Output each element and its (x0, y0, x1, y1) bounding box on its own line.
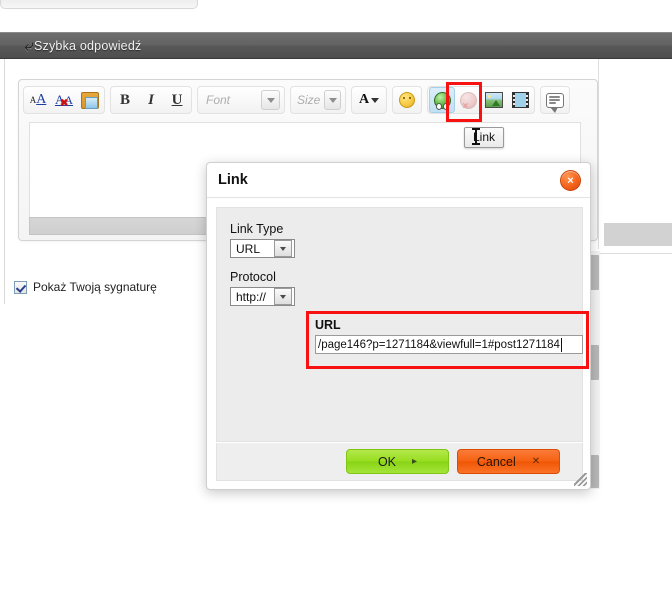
url-input-value: /page146?p=1271184&viewfull=1#post127118… (318, 339, 560, 351)
page-top-strip (0, 0, 198, 9)
text-caret (561, 338, 562, 352)
close-icon[interactable]: × (560, 170, 581, 191)
italic-icon: I (148, 92, 154, 109)
back-arrow-icon[interactable]: ⤷ (12, 37, 34, 54)
chevron-down-icon (324, 90, 341, 110)
link-type-label: Link Type (230, 222, 295, 236)
remove-format-button[interactable]: AA ✖ (51, 87, 77, 113)
content-left-divider (4, 59, 5, 304)
smiley-button[interactable] (394, 87, 420, 113)
toolbar-group-style: B I U (110, 86, 192, 114)
page-title: Szybka odpowiedź (34, 39, 141, 53)
protocol-group: Protocol http:// (230, 270, 295, 306)
toolbar-group-format: AA AA ✖ (23, 86, 105, 114)
toolbar-group-smiley (392, 86, 422, 114)
background-divider (598, 253, 672, 254)
video-icon (512, 92, 529, 108)
show-signature-row[interactable]: Pokaż Twoją sygnaturę (14, 280, 157, 294)
text-cursor-icon (475, 128, 477, 145)
size-select-placeholder: Size (297, 93, 320, 107)
bold-button[interactable]: B (112, 87, 138, 113)
toolbar-group-color: A (351, 86, 387, 114)
background-grey-block (604, 223, 672, 246)
underline-button[interactable]: U (164, 87, 190, 113)
bold-icon: B (120, 92, 130, 109)
chevron-down-icon (274, 288, 292, 305)
background-panel-border (598, 59, 599, 249)
format-text-icon: AA (30, 92, 47, 108)
url-group: URL /page146?p=1271184&viewfull=1#post12… (315, 318, 585, 354)
paste-button[interactable] (77, 87, 103, 113)
quote-icon (546, 93, 564, 108)
protocol-value: http:// (236, 290, 270, 304)
size-select[interactable]: Size (290, 86, 346, 114)
x-mark-icon: ✕ (532, 456, 540, 467)
link-button-highlight-annotation (446, 82, 482, 122)
smiley-icon (399, 92, 415, 108)
protocol-select[interactable]: http:// (230, 287, 295, 306)
editor-toolbar: AA AA ✖ B I U (23, 84, 593, 116)
remove-format-icon: AA ✖ (55, 92, 73, 108)
quick-reply-header: ⤷ Szybka odpowiedź (0, 32, 672, 59)
dialog-title: Link (218, 172, 248, 188)
play-arrow-icon: ▸ (412, 456, 417, 467)
ok-button[interactable]: OK ▸ (346, 449, 449, 474)
chevron-down-icon (274, 240, 292, 257)
image-button[interactable] (481, 87, 507, 113)
url-input[interactable]: /page146?p=1271184&viewfull=1#post127118… (315, 335, 583, 354)
link-dialog: Link × Link Type URL Protocol http:// UR… (206, 162, 591, 490)
paste-icon (81, 92, 99, 109)
link-type-group: Link Type URL (230, 222, 295, 258)
ok-button-label: OK (378, 455, 396, 469)
toolbar-group-quote (540, 86, 570, 114)
dialog-titlebar[interactable]: Link × (207, 163, 590, 198)
font-select[interactable]: Font (197, 86, 285, 114)
underline-icon: U (172, 92, 183, 109)
cancel-button[interactable]: Cancel ✕ (457, 449, 560, 474)
italic-button[interactable]: I (138, 87, 164, 113)
format-text-button[interactable]: AA (25, 87, 51, 113)
resize-grip-icon[interactable] (574, 473, 587, 486)
dialog-footer: OK ▸ Cancel ✕ (216, 443, 583, 481)
font-select-placeholder: Font (206, 93, 230, 107)
text-color-letter: A (359, 92, 369, 108)
text-color-icon: A (359, 92, 379, 108)
image-icon (485, 92, 503, 108)
dialog-body: Link Type URL Protocol http:// URL /page… (216, 207, 583, 442)
video-button[interactable] (507, 87, 533, 113)
quote-button[interactable] (542, 87, 568, 113)
chevron-down-icon (261, 90, 280, 110)
url-label: URL (315, 318, 585, 332)
protocol-label: Protocol (230, 270, 295, 284)
show-signature-label: Pokaż Twoją sygnaturę (33, 280, 157, 294)
text-color-button[interactable]: A (353, 87, 385, 113)
link-type-select[interactable]: URL (230, 239, 295, 258)
link-tooltip: Link (464, 127, 504, 148)
show-signature-checkbox[interactable] (14, 281, 27, 294)
cancel-button-label: Cancel (477, 455, 516, 469)
link-type-value: URL (236, 242, 270, 256)
